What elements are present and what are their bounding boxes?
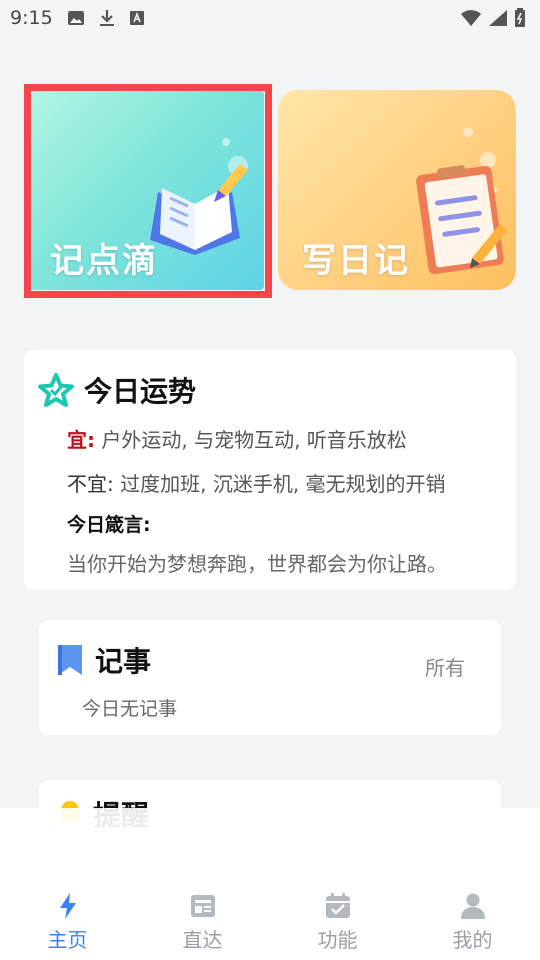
write-diary-card[interactable]: 写日记 [278,90,516,290]
image-icon [67,10,85,26]
write-diary-title: 写日记 [302,241,410,281]
motto-text: 当你开始为梦想奔跑，世界都会为你让路。 [67,552,447,576]
status-bar: 9:15 [0,0,540,36]
nav-direct[interactable]: 直达 [135,880,270,960]
card-icon [190,895,215,917]
good-label: 宜: [67,428,95,452]
bookmark-icon [58,645,82,675]
calendar-check-icon [325,893,350,918]
fortune-bad-row: 不宜: 过度加班, 沉迷手机, 毫无规划的开销 [67,468,446,497]
user-icon [460,893,485,919]
nav-mine-label: 我的 [452,928,493,952]
nav-home-label: 主页 [47,928,88,952]
signal-icon [488,9,508,27]
star-icon [38,373,74,407]
bad-text: 过度加班, 沉迷手机, 毫无规划的开销 [120,472,446,496]
lightning-icon [59,893,76,919]
clipboard-pen-icon [416,127,508,275]
notes-title: 记事 [95,645,152,678]
fortune-good-row: 宜: 户外运动, 与宠物互动, 听音乐放松 [67,424,407,453]
bottom-nav: 主页 直达 功能 我的 [0,880,540,960]
a-box-icon [129,10,145,26]
notes-empty-text: 今日无记事 [82,698,178,720]
record-moments-title: 记点滴 [50,241,158,281]
open-book-pen-icon [150,138,248,255]
notes-all-link[interactable]: 所有 [425,652,465,681]
nav-functions-label: 功能 [317,928,358,952]
record-moments-card[interactable]: 记点滴 [30,90,264,290]
good-text: 户外运动, 与宠物互动, 听音乐放松 [101,428,407,452]
bottom-fade [0,808,540,888]
fortune-title: 今日运势 [84,375,197,408]
battery-icon [514,8,526,28]
motto-label: 今日箴言: [67,514,151,536]
wifi-icon [460,9,482,27]
nav-direct-label: 直达 [182,928,223,952]
download-icon [99,9,115,27]
nav-home[interactable]: 主页 [0,880,135,960]
notes-panel: 记事 所有 今日无记事 [39,620,501,735]
nav-functions[interactable]: 功能 [270,880,405,960]
nav-mine[interactable]: 我的 [405,880,540,960]
status-time: 9:15 [10,7,53,29]
bad-label: 不宜: [67,472,114,496]
daily-fortune-panel: 今日运势 宜: 户外运动, 与宠物互动, 听音乐放松 不宜: 过度加班, 沉迷手… [24,350,516,590]
